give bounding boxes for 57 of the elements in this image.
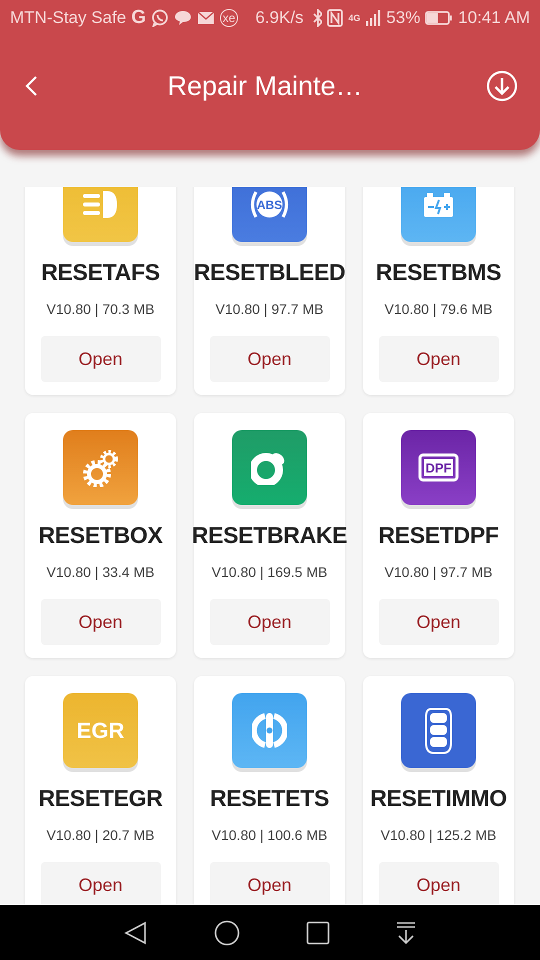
signal-icon — [365, 9, 382, 27]
app-version-size: V10.80 | 33.4 MB — [46, 564, 154, 580]
open-button[interactable]: Open — [40, 862, 160, 905]
download-icon[interactable] — [486, 70, 518, 102]
currency-mark: xe — [220, 9, 238, 27]
app-name: RESETBMS — [376, 259, 502, 286]
app-name: RESETAFS — [41, 259, 160, 286]
icon-label: ABS — [256, 198, 284, 210]
throttle-icon — [252, 712, 287, 749]
carrier-name: MTN-Stay Safe — [10, 8, 126, 28]
battery-percent: 53% — [386, 8, 420, 28]
recents-icon[interactable] — [306, 920, 330, 944]
google-mark: G — [131, 7, 146, 29]
home-icon[interactable] — [214, 920, 240, 946]
nfc-icon — [327, 9, 344, 27]
app-name: RESETBRAKE — [192, 522, 348, 549]
bluetooth-icon — [312, 9, 322, 27]
app-version-size: V10.80 | 20.7 MB — [46, 827, 154, 843]
open-button[interactable]: Open — [210, 336, 330, 382]
icon-label: DPF — [424, 461, 452, 474]
brake-warning-icon — [250, 189, 289, 220]
app-version-size: V10.80 | 100.6 MB — [212, 827, 328, 843]
battery-icon — [425, 9, 454, 27]
open-button[interactable]: Open — [378, 599, 498, 645]
gears-icon — [83, 448, 118, 486]
clock: 10:41 AM — [458, 8, 530, 28]
open-button[interactable]: Open — [378, 336, 498, 382]
back-icon[interactable] — [122, 920, 149, 946]
notification-pull-icon[interactable] — [395, 920, 418, 944]
network-type: 4G — [348, 14, 360, 22]
chat-bubble-icon — [150, 9, 169, 27]
mail-icon — [196, 9, 215, 27]
app-version-size: V10.80 | 97.7 MB — [216, 301, 324, 317]
message-icon — [174, 9, 192, 27]
network-speed: 6.9K/s — [255, 8, 304, 28]
app-name: RESETEGR — [38, 785, 163, 812]
app-name: RESETIMMO — [370, 785, 507, 812]
app-version-size: V10.80 | 79.6 MB — [384, 301, 492, 317]
open-button[interactable]: Open — [210, 599, 330, 645]
icon-label: EGR — [76, 720, 126, 742]
page-title: Repair Mainte… — [167, 70, 363, 102]
app-name: RESETBOX — [38, 522, 163, 549]
app-version-size: V10.80 | 125.2 MB — [380, 827, 496, 843]
app-version-size: V10.80 | 169.5 MB — [212, 564, 328, 580]
app-version-size: V10.80 | 97.7 MB — [384, 564, 492, 580]
open-button[interactable]: Open — [378, 862, 498, 905]
battery-icon — [423, 191, 454, 218]
headlight-icon — [82, 189, 118, 220]
app-version-size: V10.80 | 70.3 MB — [46, 301, 154, 317]
app-name: RESETDPF — [378, 522, 499, 549]
filter-panel-icon — [418, 453, 459, 482]
app-name: RESETBLEED — [194, 259, 346, 286]
open-button[interactable]: Open — [210, 862, 330, 905]
app-name: RESETETS — [210, 785, 329, 812]
open-button[interactable]: Open — [40, 599, 160, 645]
car-key-icon — [425, 708, 452, 754]
open-button[interactable]: Open — [40, 336, 160, 382]
